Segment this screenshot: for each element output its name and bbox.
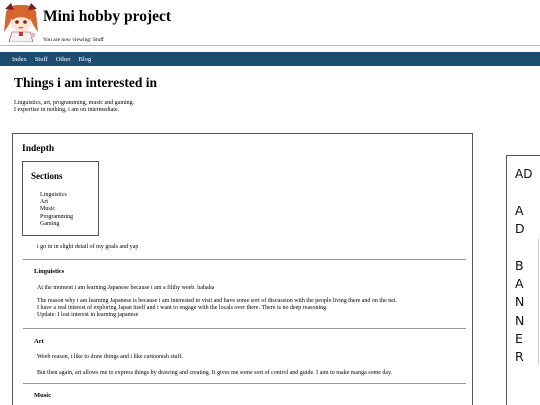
intro-line: I expertise in nothing, i am on intermed… [14, 107, 120, 113]
site-title: Mini hobby project [43, 8, 172, 25]
section-divider [23, 383, 466, 384]
ad-letter: N [515, 312, 525, 328]
ad-label: AD [515, 167, 533, 181]
ad-banner[interactable]: AD A D B A N N E R [506, 155, 540, 405]
ad-letter: A [515, 203, 524, 218]
ad-divider [538, 239, 539, 365]
paragraph-line: The reason why i am learning Japanese is… [37, 298, 398, 304]
section-link-linguistics[interactable]: Linguistics [40, 192, 73, 199]
sections-list: Linguistics Art Music Programming Gaming [40, 192, 73, 228]
goals-text: i go in in slight detail of my goals and… [37, 244, 139, 250]
section-divider [23, 259, 466, 260]
page-title: Things i am interested in [14, 75, 158, 90]
ad-letter: R [515, 349, 524, 365]
paragraph-line: Update: I lost interest in learning japa… [37, 312, 139, 318]
intro-line: Linguistics, art, programming, music and… [14, 100, 135, 106]
nav-bar: Index Stuff Other Blog [0, 52, 540, 66]
ad-letter: D [515, 221, 525, 237]
indepth-panel: Indepth Sections Linguistics Art Music P… [12, 133, 473, 405]
site-header: Mini hobby project You are now viewing: … [0, 0, 540, 48]
section-link-music[interactable]: Music [40, 206, 73, 213]
paragraph-line: I have a real interest of exploring Japa… [37, 305, 328, 311]
section-link-art[interactable]: Art [40, 199, 73, 206]
nav-blog-link[interactable]: Blog [79, 56, 92, 63]
section-link-gaming[interactable]: Gaming [40, 221, 73, 228]
current-page-indicator: You are now viewing: Stuff [43, 37, 104, 43]
nav-index-link[interactable]: Index [12, 56, 27, 63]
music-heading: Music [34, 392, 51, 399]
ad-letter: B [515, 257, 524, 273]
linguistics-paragraph: At the moment i am learning Japanese bec… [37, 285, 215, 291]
linguistics-heading: Linguistics [34, 268, 65, 275]
indepth-heading: Indepth [22, 144, 55, 154]
art-heading: Art [34, 338, 44, 345]
header-divider [0, 45, 540, 46]
sections-heading: Sections [31, 171, 63, 181]
art-paragraph: Weeb reason, i like to draw things and i… [37, 354, 183, 360]
ad-letter: E [515, 331, 523, 347]
ad-letter: A [515, 276, 524, 292]
ad-letter [515, 239, 525, 257]
linguistics-paragraph: The reason why i am learning Japanese is… [37, 298, 467, 319]
section-divider [23, 328, 466, 329]
anime-girl-avatar-icon [4, 3, 38, 42]
section-link-programming[interactable]: Programming [40, 214, 73, 221]
nav-stuff-link[interactable]: Stuff [35, 56, 48, 63]
intro-text: Linguistics, art, programming, music and… [14, 100, 134, 114]
art-paragraph: But then again, art allows me to express… [37, 370, 393, 376]
nav-other-link[interactable]: Other [56, 56, 71, 63]
ad-letter: N [515, 294, 525, 310]
sections-panel: Sections Linguistics Art Music Programmi… [22, 161, 99, 236]
ad-vertical-text: A D B A N N E R [515, 202, 525, 367]
